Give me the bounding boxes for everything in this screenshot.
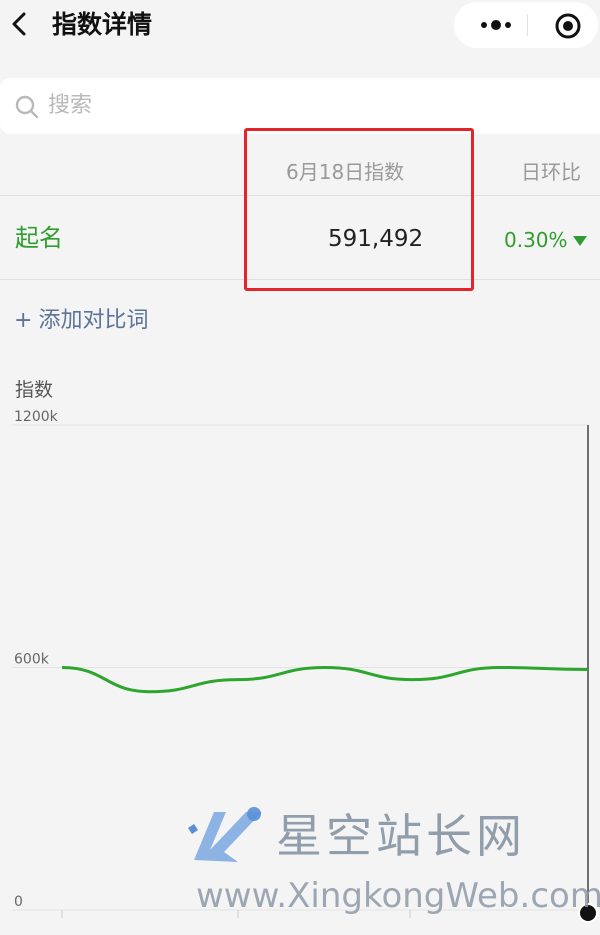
search-icon <box>15 95 39 119</box>
nav-bar: 指数详情 <box>0 0 600 52</box>
watermark: 星空站长网 www.XingkongWeb.com <box>180 796 600 935</box>
target-icon[interactable] <box>554 12 582 40</box>
search-input[interactable]: 搜索 <box>0 78 600 134</box>
more-dots-icon[interactable] <box>476 16 516 34</box>
search-placeholder: 搜索 <box>48 93 93 118</box>
watermark-title: 星空站长网 <box>276 809 526 863</box>
capsule-divider <box>527 14 528 36</box>
logo-icon <box>188 807 262 862</box>
add-compare-button[interactable]: + 添加对比词 <box>14 306 148 336</box>
page-title: 指数详情 <box>52 10 153 39</box>
watermark-url: www.XingkongWeb.com <box>196 876 600 916</box>
y-tick-label: 0 <box>14 894 23 910</box>
triangle-down-icon <box>573 236 587 246</box>
keyword-label[interactable]: 起名 <box>15 222 63 254</box>
y-tick-label: 1200k <box>14 409 59 425</box>
ratio-column-header: 日环比 <box>521 160 581 184</box>
series-line <box>61 665 589 694</box>
add-compare-label: 添加对比词 <box>38 308 149 333</box>
plus-icon: + <box>14 308 33 333</box>
mini-program-capsule <box>454 2 598 48</box>
chevron-left-icon[interactable] <box>6 8 34 40</box>
ratio-value: 0.30% <box>504 228 568 252</box>
y-tick-label: 600k <box>14 652 50 668</box>
highlight-box <box>244 128 474 291</box>
